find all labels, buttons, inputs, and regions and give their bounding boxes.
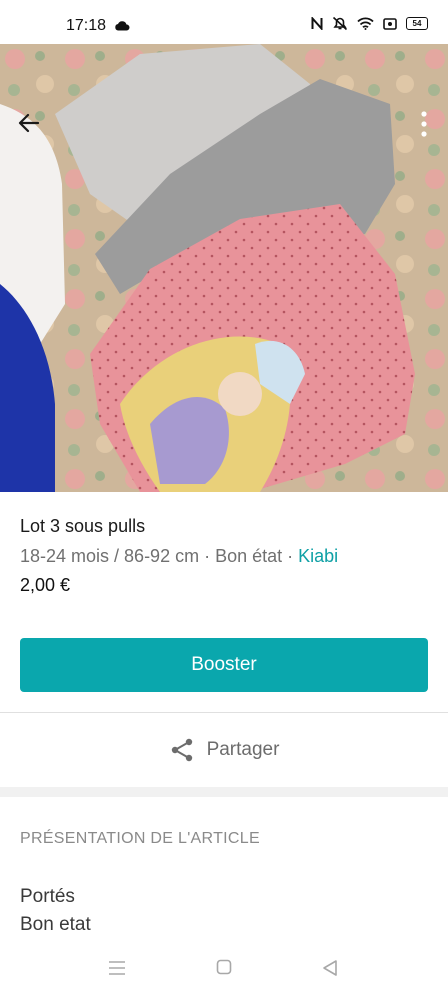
item-meta: 18-24 mois / 86-92 cm · Bon état · Kiabi xyxy=(20,546,430,567)
description-line: Portés xyxy=(20,886,75,907)
back-icon[interactable] xyxy=(322,959,338,977)
menu-icon[interactable] xyxy=(108,960,126,976)
brand-link[interactable]: Kiabi xyxy=(298,546,338,566)
item-price: 2,00 € xyxy=(20,575,71,595)
nfc-icon xyxy=(311,17,323,30)
status-bar: 17:18 54 xyxy=(0,0,448,44)
share-button[interactable]: Partager xyxy=(0,713,448,787)
section-separator xyxy=(0,787,448,797)
item-size-condition: 18-24 mois / 86-92 cm · Bon état · xyxy=(20,546,299,566)
item-title: Lot 3 sous pulls xyxy=(20,516,146,536)
home-icon[interactable] xyxy=(216,959,232,975)
battery-icon: 54 xyxy=(406,17,428,30)
system-nav-bar xyxy=(0,942,448,995)
share-label: Partager xyxy=(206,739,280,760)
more-vertical-icon[interactable] xyxy=(420,110,428,138)
share-icon xyxy=(171,738,192,762)
status-icons: 54 xyxy=(311,16,428,31)
description-line: Bon etat xyxy=(20,914,91,935)
photo-illustration xyxy=(0,44,448,492)
item-description: Portés Bon etat xyxy=(20,883,91,939)
cloud-icon xyxy=(115,21,130,31)
screen-record-icon xyxy=(383,17,397,30)
presentation-header: PRÉSENTATION DE L'ARTICLE xyxy=(20,830,260,847)
booster-button[interactable]: Booster xyxy=(20,638,428,692)
item-photo[interactable] xyxy=(0,44,448,492)
item-info: Lot 3 sous pulls 18-24 mois / 86-92 cm ·… xyxy=(20,516,430,596)
back-arrow-icon[interactable] xyxy=(16,110,42,136)
wifi-icon xyxy=(357,17,374,30)
status-time: 17:18 xyxy=(66,17,107,34)
mute-icon xyxy=(332,16,348,31)
